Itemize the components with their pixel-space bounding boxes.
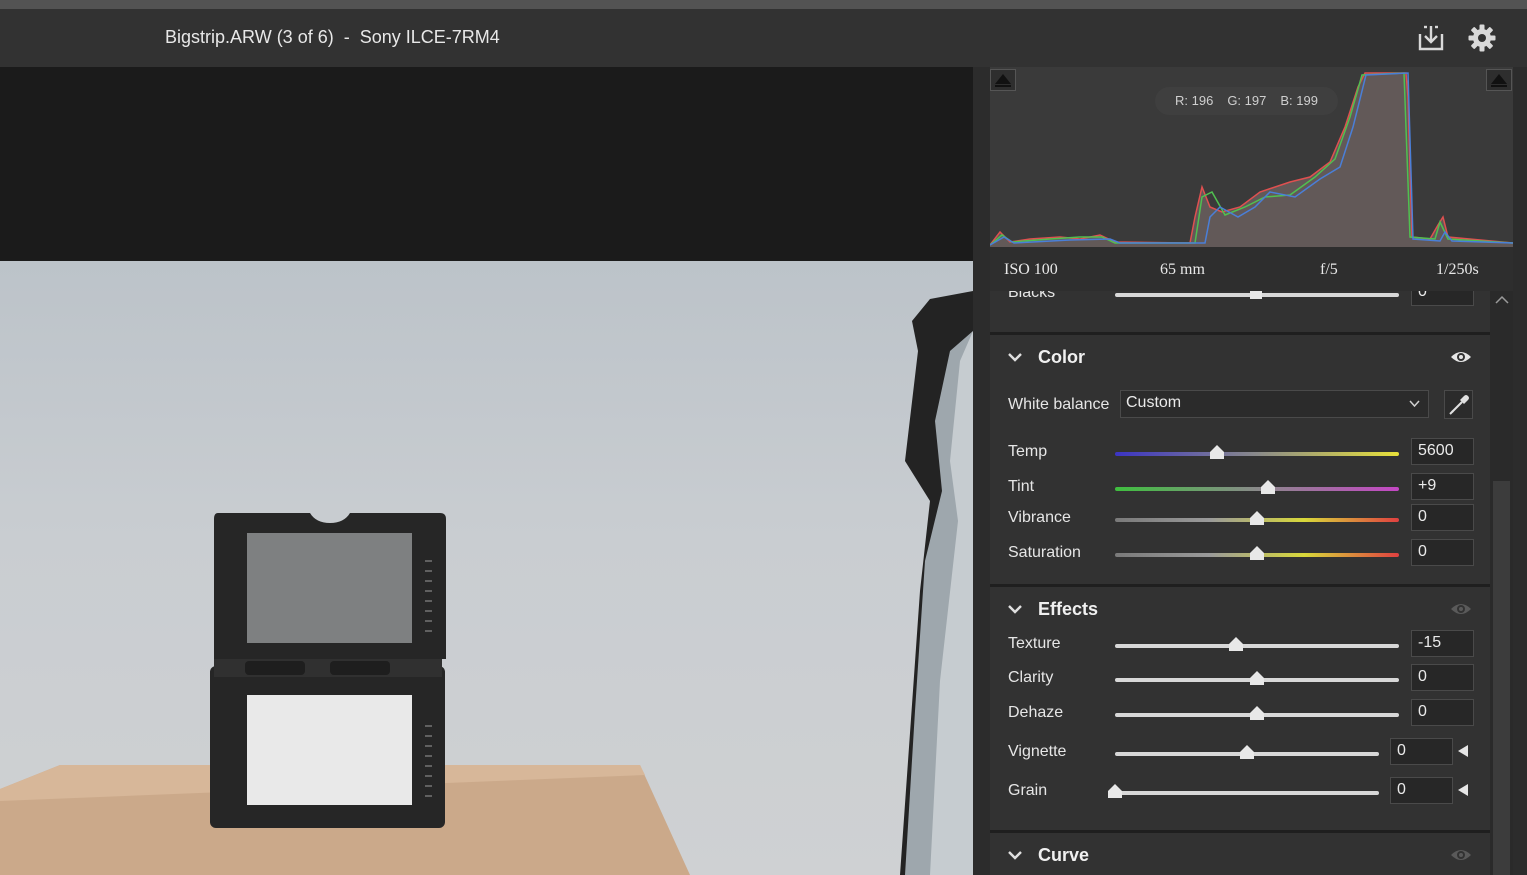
blacks-value[interactable]: 0 <box>1411 291 1474 306</box>
texture-value[interactable]: -15 <box>1411 630 1474 657</box>
eye-icon[interactable] <box>1450 847 1472 863</box>
white-balance-row: White balance Custom <box>990 390 1490 420</box>
chevron-down-icon[interactable] <box>1007 603 1023 615</box>
chevron-up-icon[interactable] <box>1495 295 1509 305</box>
image-canvas[interactable] <box>0 67 973 875</box>
window-top-strip <box>0 0 1527 9</box>
slider-row-saturation: Saturation 0 <box>990 539 1490 569</box>
eye-icon[interactable] <box>1450 349 1472 365</box>
slider-row-vignette: Vignette 0 <box>990 738 1490 768</box>
slider-row-temp: Temp 5600 <box>990 438 1490 468</box>
vibrance-value[interactable]: 0 <box>1411 504 1474 531</box>
temp-thumb[interactable] <box>1209 444 1225 460</box>
grain-track[interactable] <box>1115 791 1379 795</box>
eyedropper-icon[interactable] <box>1444 390 1473 419</box>
clarity-value[interactable]: 0 <box>1411 664 1474 691</box>
rgb-readout: R: 196 G: 197 B: 199 <box>1155 87 1338 115</box>
red-value: R: 196 <box>1175 93 1214 108</box>
grain-thumb[interactable] <box>1107 783 1123 799</box>
dehaze-value[interactable]: 0 <box>1411 699 1474 726</box>
slider-row-texture: Texture -15 <box>990 630 1490 660</box>
temp-label: Temp <box>1008 443 1048 460</box>
eye-icon[interactable] <box>1450 601 1472 617</box>
curve-section: Curve <box>990 833 1490 875</box>
expand-left-icon[interactable] <box>1456 744 1470 758</box>
light-section-tail: Blacks 0 <box>990 291 1490 335</box>
color-section-header[interactable]: Color <box>990 335 1490 379</box>
histogram[interactable]: R: 196 G: 197 B: 199 <box>990 67 1513 247</box>
white-balance-value: Custom <box>1126 394 1182 411</box>
slider-row-clarity: Clarity 0 <box>990 664 1490 694</box>
blacks-label: Blacks <box>1008 291 1056 301</box>
aperture-value: f/5 <box>1320 261 1338 278</box>
clarity-thumb[interactable] <box>1249 670 1265 686</box>
temp-value[interactable]: 5600 <box>1411 438 1474 465</box>
chevron-down-icon[interactable] <box>1007 351 1023 363</box>
grain-label: Grain <box>1008 782 1048 799</box>
edit-panel: R: 196 G: 197 B: 199 ISO 100 65 mm f/5 1/2… <box>973 67 1527 875</box>
white-balance-dropdown[interactable]: Custom <box>1120 390 1429 418</box>
vignette-value[interactable]: 0 <box>1390 738 1453 765</box>
saturation-label: Saturation <box>1008 544 1081 561</box>
chevron-down-icon[interactable] <box>1007 849 1023 861</box>
tint-value[interactable]: +9 <box>1411 473 1474 500</box>
effects-section: Effects Texture -15 Clarity 0 Dehaze 0 V… <box>990 587 1490 833</box>
blue-value: B: 199 <box>1280 93 1318 108</box>
saturation-thumb[interactable] <box>1249 545 1265 561</box>
gear-icon[interactable] <box>1467 23 1497 53</box>
color-section: Color White balance Custom Temp 5600 Tin… <box>990 335 1490 585</box>
chevron-down-icon <box>1409 400 1420 408</box>
saturation-value[interactable]: 0 <box>1411 539 1474 566</box>
slider-row-grain: Grain 0 <box>990 777 1490 807</box>
curve-section-title: Curve <box>1038 845 1090 865</box>
texture-thumb[interactable] <box>1228 636 1244 652</box>
shutter-speed-value: 1/250s <box>1436 261 1479 278</box>
slider-row-blacks: Blacks 0 <box>990 291 1490 309</box>
vignette-thumb[interactable] <box>1239 744 1255 760</box>
dehaze-label: Dehaze <box>1008 704 1064 721</box>
expand-left-icon[interactable] <box>1456 783 1470 797</box>
green-value: G: 197 <box>1227 93 1267 108</box>
effects-section-title: Effects <box>1038 599 1099 619</box>
vibrance-thumb[interactable] <box>1249 510 1265 526</box>
blacks-thumb[interactable] <box>1248 291 1264 301</box>
focal-length-value: 65 mm <box>1160 261 1205 278</box>
title-bar: Bigstrip.ARW (3 of 6) - Sony ILCE-7RM4 <box>0 9 1527 67</box>
effects-section-header[interactable]: Effects <box>990 587 1490 631</box>
download-icon[interactable] <box>1416 23 1446 53</box>
window-title: Bigstrip.ARW (3 of 6) - Sony ILCE-7RM4 <box>165 27 500 47</box>
tint-thumb[interactable] <box>1260 479 1276 495</box>
curve-section-header[interactable]: Curve <box>990 833 1490 875</box>
panel-scrollbar[interactable] <box>1490 291 1513 875</box>
exif-info: ISO 100 65 mm f/5 1/250s <box>990 247 1513 291</box>
photo-preview[interactable] <box>0 261 973 875</box>
clarity-label: Clarity <box>1008 669 1054 686</box>
vibrance-label: Vibrance <box>1008 509 1071 526</box>
scrollbar-thumb[interactable] <box>1493 481 1510 875</box>
adjustments-scroll-area[interactable]: Blacks 0 Color White balance Custom Temp… <box>990 291 1490 875</box>
texture-label: Texture <box>1008 635 1061 652</box>
vignette-label: Vignette <box>1008 743 1067 760</box>
slider-row-dehaze: Dehaze 0 <box>990 699 1490 729</box>
slider-row-tint: Tint +9 <box>990 473 1490 503</box>
tint-track[interactable] <box>1115 487 1399 491</box>
shadow-clipping-toggle[interactable] <box>990 69 1016 91</box>
grain-value[interactable]: 0 <box>1390 777 1453 804</box>
slider-row-vibrance: Vibrance 0 <box>990 504 1490 534</box>
color-section-title: Color <box>1038 347 1085 367</box>
white-balance-label: White balance <box>1008 396 1110 413</box>
texture-track[interactable] <box>1115 644 1399 648</box>
temp-track[interactable] <box>1115 452 1399 456</box>
tint-label: Tint <box>1008 478 1035 495</box>
dehaze-thumb[interactable] <box>1249 705 1265 721</box>
iso-value: ISO 100 <box>1004 261 1058 278</box>
highlight-clipping-toggle[interactable] <box>1486 69 1512 91</box>
